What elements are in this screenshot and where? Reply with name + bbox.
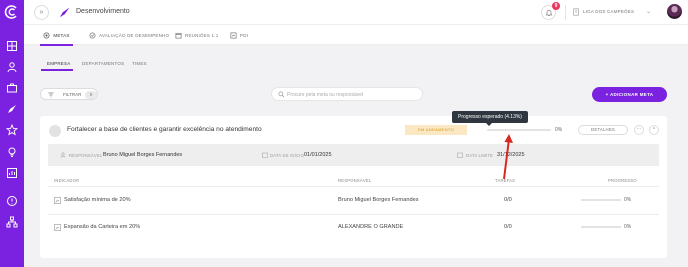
- subtab-empresa[interactable]: EMPRESA: [47, 61, 70, 66]
- indicator-name: Satisfação mínima de 20%: [64, 197, 131, 203]
- org-chart-icon[interactable]: [6, 216, 18, 228]
- chevron-down-icon[interactable]: ⌄: [646, 8, 651, 15]
- search-input[interactable]: [287, 90, 417, 99]
- calendar-icon: [457, 152, 463, 158]
- indicator-responsible: Bruno Miguel Borges Fernandes: [338, 197, 419, 203]
- add-goal-button[interactable]: + ADICIONAR META: [592, 87, 667, 102]
- rocket-icon: [60, 7, 70, 17]
- column-header-indicator: INDICADOR: [54, 178, 80, 183]
- column-header-tasks: TAREFAS: [495, 178, 516, 183]
- responsible-label: RESPONSÁVEL: [69, 153, 103, 158]
- indicator-progress-bar: [581, 226, 621, 228]
- more-options-button[interactable]: ···: [634, 125, 644, 135]
- pdi-icon: [230, 32, 237, 38]
- indicator-tasks: 0/0: [504, 197, 512, 203]
- calendar-icon: [175, 32, 182, 38]
- chart-indicator-icon: [54, 197, 61, 204]
- user-icon[interactable]: [6, 61, 18, 73]
- help-icon[interactable]: [6, 195, 18, 207]
- filter-count: 0: [85, 90, 97, 99]
- goals-icon: [43, 32, 50, 38]
- logo-icon[interactable]: [4, 4, 20, 20]
- goal-title[interactable]: Fortalecer a base de clientes e garantir…: [67, 126, 262, 133]
- divider: [565, 5, 566, 20]
- chart-indicator-icon: [54, 224, 61, 231]
- indicator-responsible: ALEXANDRE O GRANDE: [338, 224, 404, 230]
- details-button[interactable]: DETALHES: [578, 125, 628, 135]
- subtab-departamentos[interactable]: DEPARTAMENTOS: [82, 61, 124, 66]
- progress-tooltip: Progresso esperado (4.13%): [452, 111, 528, 123]
- lightbulb-icon[interactable]: [6, 146, 18, 158]
- chart-icon[interactable]: [6, 167, 18, 179]
- page-title: Desenvolvimento: [76, 8, 130, 15]
- double-chevron-right-icon[interactable]: »: [34, 5, 49, 20]
- org-selector[interactable]: LIGA DOS CAMPEÕES: [583, 9, 634, 14]
- start-date-label: DATA DE INÍCIO: [270, 153, 305, 158]
- calendar-icon: [262, 152, 268, 158]
- search-icon: [278, 91, 285, 98]
- goal-icon: [49, 125, 61, 137]
- filter-icon: [48, 92, 54, 97]
- module-tabs: METAS AVALIAÇÃO DE DESEMPENHO REUNIÕES 1…: [24, 25, 688, 46]
- goal-card: Fortalecer a base de clientes e garantir…: [40, 116, 667, 258]
- briefcase-icon[interactable]: [6, 82, 18, 94]
- responsible-value: Bruno Miguel Borges Fernandes: [103, 152, 183, 158]
- end-date-value: 31/12/2025: [497, 152, 525, 158]
- end-date-label: DATA LIMITE: [466, 153, 494, 158]
- evaluation-icon: [89, 32, 96, 38]
- tab-pdi[interactable]: PDI: [230, 25, 248, 45]
- filter-button[interactable]: FILTRAR 0: [40, 88, 98, 100]
- column-header-progress: PROGRESSO: [608, 178, 637, 183]
- table-row[interactable]: Expansão da Carteira em 20% ALEXANDRE O …: [40, 214, 667, 241]
- building-icon: [573, 8, 579, 16]
- sidebar: [0, 0, 24, 267]
- subtab-times[interactable]: TIMES: [132, 61, 147, 66]
- tab-metas[interactable]: METAS: [40, 25, 73, 46]
- active-subtab-indicator: [41, 69, 73, 71]
- avatar[interactable]: [667, 4, 682, 19]
- goal-progress-percent: 0%: [555, 127, 563, 133]
- user-icon: [60, 152, 66, 158]
- tooltip-tail: [486, 123, 492, 126]
- top-bar: » Desenvolvimento 9 LIGA DOS CAMPEÕES ⌄: [24, 0, 688, 25]
- dashboard-icon[interactable]: [6, 40, 18, 52]
- star-icon[interactable]: [6, 124, 18, 136]
- tab-avaliacao[interactable]: AVALIAÇÃO DE DESEMPENHO: [89, 25, 169, 45]
- search-bar: [271, 87, 423, 101]
- table-row[interactable]: Satisfação mínima de 20% Bruno Miguel Bo…: [40, 187, 667, 214]
- collapse-card-button[interactable]: ^: [649, 125, 659, 135]
- indicator-progress-percent: 0%: [624, 197, 632, 203]
- active-tab-indicator: [40, 44, 73, 46]
- indicator-tasks: 0/0: [504, 224, 512, 230]
- indicator-name: Expansão da Carteira em 20%: [64, 224, 141, 230]
- goal-progress-bar[interactable]: [487, 129, 551, 131]
- tab-reunioes[interactable]: REUNIÕES 1:1: [175, 25, 218, 45]
- indicator-progress-bar: [581, 199, 621, 201]
- rocket-nav-icon[interactable]: [6, 103, 18, 115]
- goal-info-strip: RESPONSÁVEL Bruno Miguel Borges Fernande…: [48, 144, 659, 166]
- start-date-value: 01/01/2025: [304, 152, 332, 158]
- notification-badge: 9: [552, 2, 560, 10]
- indicator-progress-percent: 0%: [624, 224, 632, 230]
- column-header-responsible: RESPONSÁVEL: [338, 178, 372, 183]
- bell-icon: [545, 10, 553, 16]
- status-badge: EM ANDAMENTO: [405, 125, 467, 135]
